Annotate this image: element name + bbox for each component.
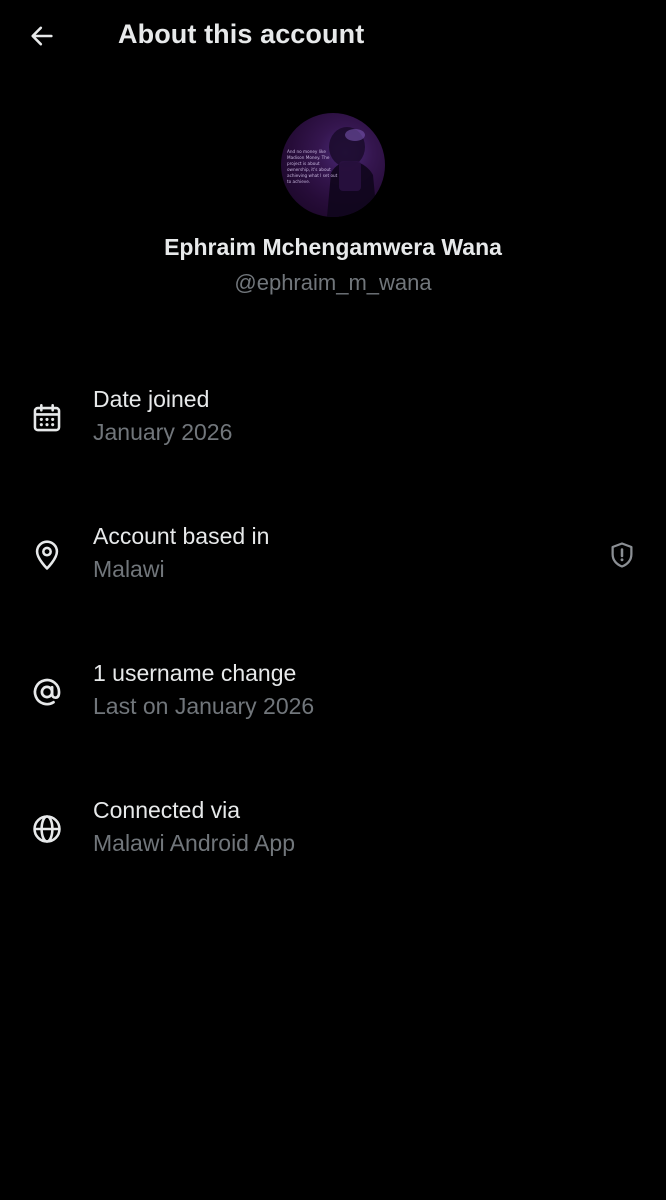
username-change-value: Last on January 2026 bbox=[93, 693, 315, 719]
avatar[interactable]: And no money like Madison Money. The pro… bbox=[281, 113, 385, 217]
account-based-in-label: Account based in bbox=[93, 523, 270, 549]
globe-icon bbox=[29, 811, 65, 847]
username-change-label: 1 username change bbox=[93, 660, 297, 686]
page-title: About this account bbox=[118, 19, 365, 49]
svg-text:And no money like: And no money like bbox=[287, 149, 326, 154]
connected-via-value: Malawi Android App bbox=[93, 830, 296, 856]
at-sign-icon bbox=[29, 674, 65, 710]
location-pin-icon bbox=[29, 537, 65, 573]
connected-via-label: Connected via bbox=[93, 797, 241, 823]
shield-alert-icon[interactable] bbox=[604, 537, 640, 573]
date-joined-value: January 2026 bbox=[93, 419, 233, 445]
svg-text:achieving what I set out: achieving what I set out bbox=[287, 173, 338, 178]
svg-text:to achieve.: to achieve. bbox=[287, 179, 310, 184]
username-change-row: 1 username change Last on January 2026 bbox=[0, 660, 666, 730]
top-app-bar: About this account bbox=[0, 0, 666, 72]
svg-text:Madison Money. The: Madison Money. The bbox=[287, 155, 330, 160]
account-based-in-value: Malawi bbox=[93, 556, 165, 582]
svg-text:ownership, it's about: ownership, it's about bbox=[287, 167, 331, 172]
display-name: Ephraim Mchengamwera Wana bbox=[164, 234, 502, 260]
date-joined-row: Date joined January 2026 bbox=[0, 386, 666, 456]
calendar-icon bbox=[29, 400, 65, 436]
account-based-in-row: Account based in Malawi bbox=[0, 523, 666, 593]
avatar-image: And no money like Madison Money. The pro… bbox=[287, 127, 377, 217]
back-button[interactable] bbox=[22, 16, 62, 56]
username-handle: @ephraim_m_wana bbox=[234, 270, 432, 295]
connected-via-row: Connected via Malawi Android App bbox=[0, 797, 666, 867]
arrow-left-icon bbox=[31, 26, 53, 46]
date-joined-label: Date joined bbox=[93, 386, 210, 412]
svg-text:project is about: project is about bbox=[287, 161, 320, 166]
